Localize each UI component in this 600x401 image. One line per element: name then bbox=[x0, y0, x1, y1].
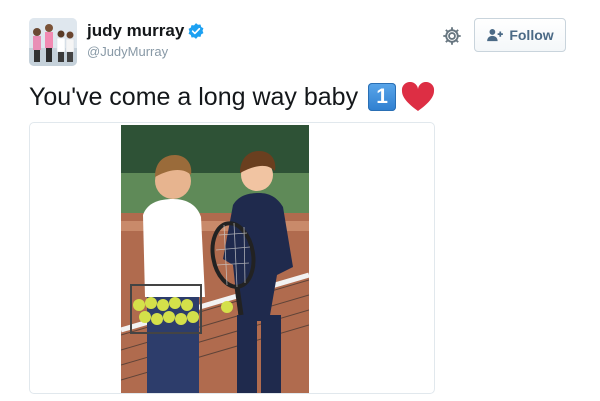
gear-icon[interactable] bbox=[441, 25, 463, 47]
follow-button[interactable]: Follow bbox=[474, 18, 566, 52]
follow-label: Follow bbox=[509, 27, 554, 43]
tweet-text: You've come a long way baby 1 bbox=[29, 82, 435, 112]
avatar[interactable] bbox=[29, 18, 77, 66]
add-user-icon bbox=[487, 29, 504, 42]
media-card[interactable] bbox=[29, 122, 435, 394]
keycap-one-emoji: 1 bbox=[368, 83, 397, 111]
tweet-body: You've come a long way baby bbox=[29, 82, 359, 111]
user-handle[interactable]: @JudyMurray bbox=[87, 44, 168, 59]
verified-badge-icon bbox=[188, 23, 204, 39]
profile-photo-icon bbox=[29, 18, 77, 66]
red-heart-icon bbox=[402, 82, 435, 111]
display-name[interactable]: judy murray bbox=[87, 21, 184, 41]
tennis-photo-icon[interactable] bbox=[121, 125, 309, 393]
